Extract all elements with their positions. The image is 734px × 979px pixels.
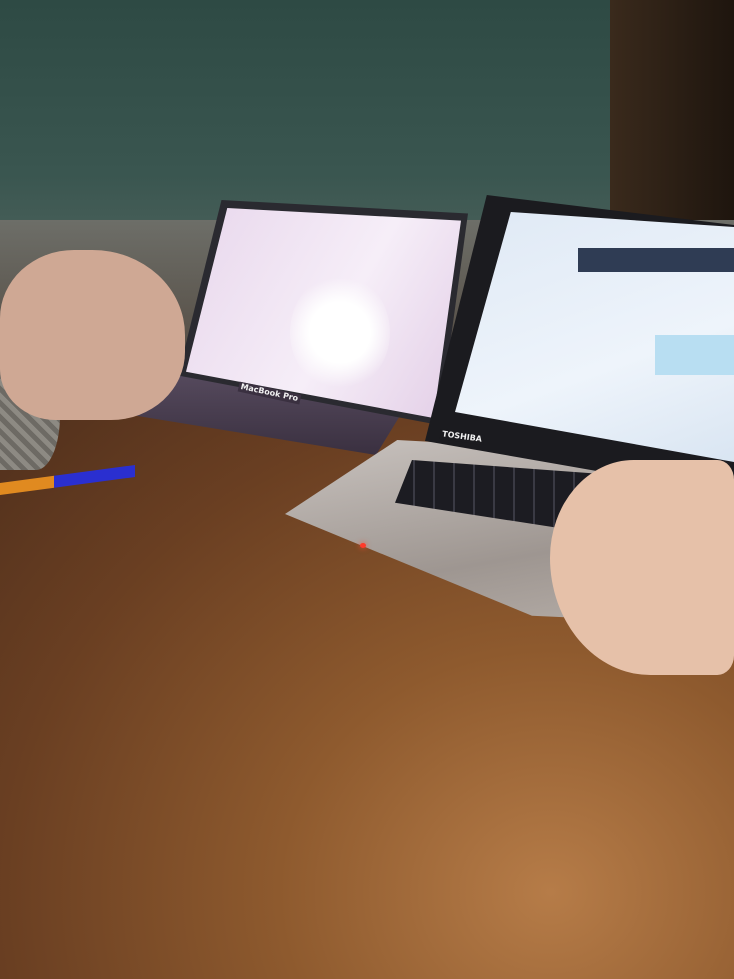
- screen-glare: [290, 275, 390, 390]
- left-hand: [0, 250, 185, 420]
- app-panel: [655, 335, 734, 375]
- power-led: [360, 543, 366, 548]
- app-header-bar: [578, 248, 734, 272]
- bookshelf: [610, 0, 734, 230]
